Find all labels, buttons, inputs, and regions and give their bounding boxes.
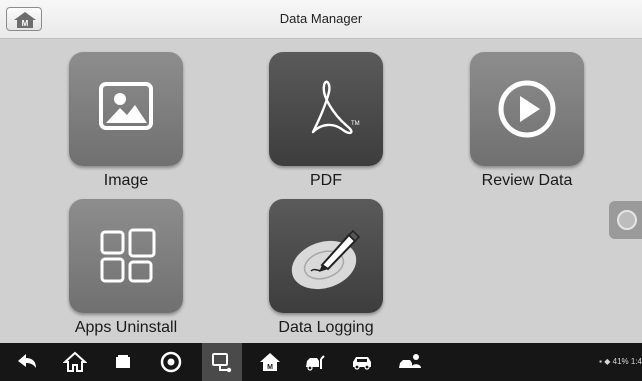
vci-icon [212, 353, 232, 373]
message-icon: ▪ [599, 357, 603, 366]
car-icon [353, 357, 371, 370]
vehicle-service-icon [306, 355, 325, 371]
navigation-bar: M ▪ ◆ 41% 1:4 [0, 343, 642, 381]
wifi-icon: ◆ [604, 357, 611, 366]
pdf-tile[interactable]: TM [269, 52, 383, 166]
review-data-tile[interactable] [470, 52, 584, 166]
apps-icon [100, 228, 156, 283]
image-tile[interactable] [69, 52, 183, 166]
review-data-label: Review Data [481, 172, 573, 189]
data-logging-label: Data Logging [278, 319, 374, 336]
maxisys-home-icon: M [260, 353, 280, 371]
browser-icon [160, 351, 182, 373]
pdf-icon: TM [311, 80, 360, 135]
back-icon [18, 354, 36, 368]
nav-user-car-button[interactable] [392, 343, 428, 381]
play-icon [498, 80, 556, 138]
home-icon [63, 351, 87, 372]
handle-ring-icon [617, 210, 637, 230]
user-car-icon [399, 354, 421, 368]
data-logging-tile[interactable] [269, 199, 383, 313]
nav-maxisys-home-button[interactable]: M [252, 343, 288, 381]
status-bar: ▪ ◆ 41% 1:4 [599, 357, 642, 366]
app-grid: Image TM PDF Review Data Apps Uninstall [0, 39, 642, 343]
image-icon [99, 82, 153, 130]
floating-side-handle[interactable] [609, 201, 642, 239]
nav-car-button[interactable] [344, 343, 380, 381]
nav-vci-button[interactable] [202, 343, 242, 381]
nav-home-button[interactable] [57, 343, 93, 381]
image-label: Image [103, 172, 149, 189]
nav-back-button[interactable] [9, 343, 45, 381]
nav-vehicle-service-button[interactable] [298, 343, 334, 381]
svg-text:TM: TM [351, 121, 360, 127]
pdf-label: PDF [310, 172, 342, 189]
title-bar: M Data Manager [0, 0, 642, 39]
data-logging-icon [291, 229, 361, 290]
battery-status-text: 41% 1:4 [612, 357, 642, 366]
apps-uninstall-tile[interactable] [69, 199, 183, 313]
page-title: Data Manager [279, 11, 363, 26]
nav-recent-apps-button[interactable] [105, 343, 141, 381]
svg-text:M: M [267, 364, 273, 371]
apps-uninstall-label: Apps Uninstall [74, 319, 178, 336]
nav-browser-button[interactable] [153, 343, 189, 381]
recent-apps-icon [116, 355, 130, 368]
